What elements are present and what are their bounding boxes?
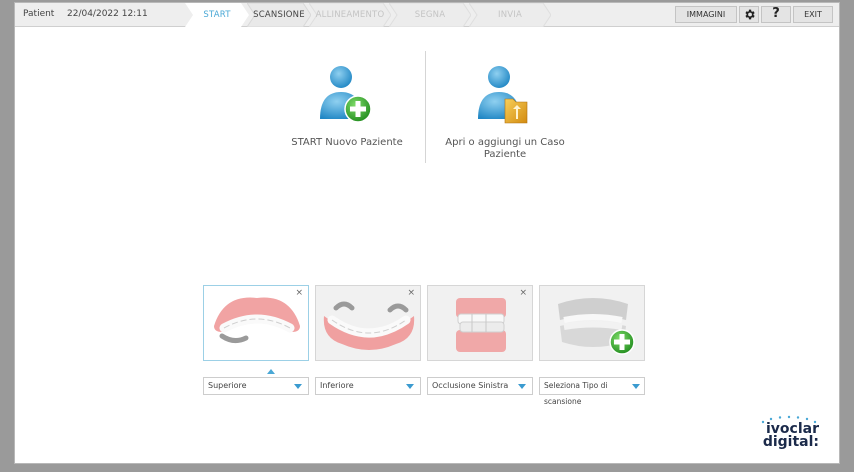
new-patient-label: START Nuovo Paziente [291, 137, 403, 148]
step-invia: INVIA [469, 3, 551, 27]
step-start-label: START [203, 10, 231, 20]
step-allineamento-label: ALLINEAMENTO [315, 10, 385, 20]
new-patient-action[interactable]: START Nuovo Paziente [277, 65, 417, 149]
step-segna: SEGNA [389, 3, 471, 27]
scan-type-select-3-value: Occlusione Sinistra [432, 381, 509, 390]
scan-type-select-4[interactable]: Seleziona Tipo di scansione [539, 377, 645, 406]
new-patient-icon [320, 66, 372, 123]
remove-lower-button[interactable]: × [407, 288, 415, 298]
scan-card-add[interactable] [539, 285, 645, 361]
step-allineamento: ALLINEAMENTO [309, 3, 391, 27]
upper-jaw-image [214, 297, 300, 344]
scan-type-select-2[interactable]: Inferiore [315, 377, 421, 395]
app-window: Patient 22/04/2022 12:11 START SCANSIONE… [14, 2, 840, 464]
settings-button[interactable] [739, 6, 759, 23]
scan-card-upper[interactable]: × [203, 285, 309, 361]
exit-button[interactable]: EXIT [793, 6, 833, 23]
chevron-down-icon [294, 384, 302, 389]
scan-card-lower[interactable]: × [315, 285, 421, 361]
open-case-label: Apri o aggiungi un Caso Paziente [445, 137, 565, 160]
step-scansione[interactable]: SCANSIONE [247, 3, 311, 27]
step-start[interactable]: START [185, 3, 249, 27]
open-case-icon [478, 66, 528, 124]
scan-type-select-1-value: Superiore [208, 381, 247, 390]
step-segna-label: SEGNA [414, 10, 446, 20]
remove-upper-button[interactable]: × [295, 288, 303, 298]
lower-jaw-image [323, 301, 415, 350]
chevron-down-icon [406, 384, 414, 389]
chevron-down-icon [632, 384, 640, 389]
ivoclar-logo: ivoclar digital: [761, 415, 819, 450]
scan-type-select-4-value: Seleziona Tipo di scansione [544, 381, 608, 406]
logo-line-2: digital: [762, 434, 819, 450]
patient-label: Patient [23, 9, 55, 19]
scan-type-select-1[interactable]: Superiore [203, 377, 309, 395]
remove-occlusion-button[interactable]: × [519, 288, 527, 298]
open-case-action[interactable]: Apri o aggiungi un Caso Paziente [435, 65, 575, 161]
top-bar: Patient 22/04/2022 12:11 START SCANSIONE… [15, 3, 839, 27]
date-time: 22/04/2022 12:11 [67, 9, 148, 19]
step-scansione-label: SCANSIONE [253, 10, 305, 20]
gear-icon [744, 9, 755, 20]
separator [425, 51, 426, 163]
selected-card-indicator [267, 369, 275, 374]
step-invia-label: INVIA [497, 10, 522, 20]
images-button[interactable]: IMMAGINI [675, 6, 737, 23]
scan-card-occlusion-left[interactable]: × [427, 285, 533, 361]
scan-type-select-3[interactable]: Occlusione Sinistra [427, 377, 533, 395]
chevron-down-icon [518, 384, 526, 389]
scan-type-select-2-value: Inferiore [320, 381, 354, 390]
help-button[interactable]: ? [761, 6, 791, 23]
add-scan-image [558, 298, 635, 355]
logo-dots-icon [761, 415, 817, 424]
occlusion-image [456, 298, 506, 352]
